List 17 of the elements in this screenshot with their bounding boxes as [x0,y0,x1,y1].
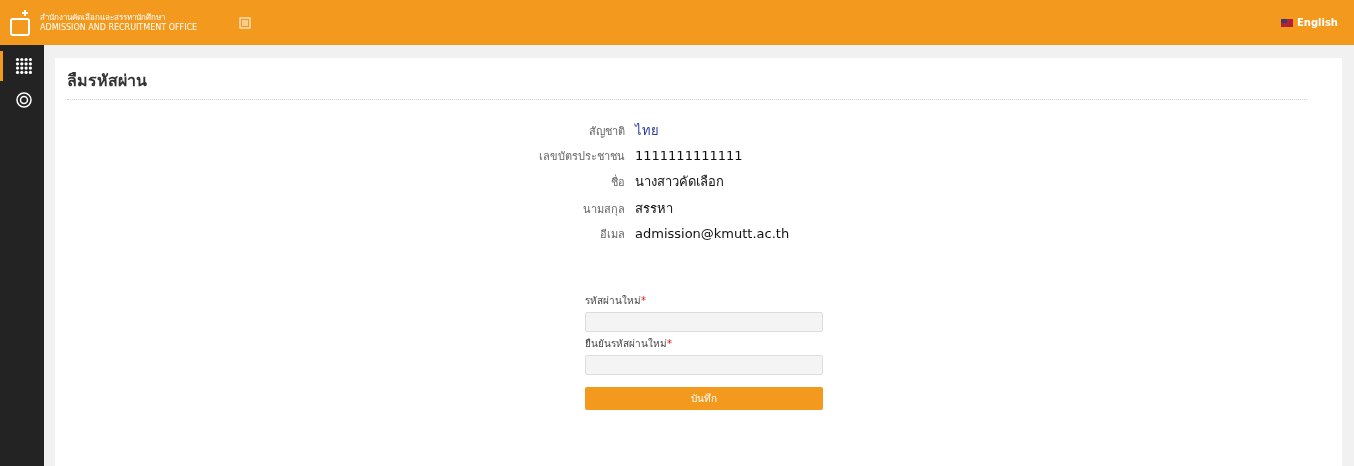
info-label: สัญชาติ [588,124,625,140]
info-value: สรรหา [635,200,674,218]
page-title: ลืมรหัสผ่าน [67,68,1307,100]
info-value: 1111111111111 [635,148,744,163]
info-value: admission@kmutt.ac.th [635,226,791,241]
field-label: ยืนยันรหัสผ่านใหม่* [585,337,673,351]
info-value: นางสาวคัดเลือก [635,173,725,191]
org-subtitle: ADMISSION AND RECRUITMENT OFFICE [40,22,198,33]
field-label: รหัสผ่านใหม่* [585,294,647,308]
org-name: สำนักงานคัดเลือกและสรรหานักศึกษา [40,12,166,23]
info-label: นามสกุล [582,202,625,218]
info-value: ไทย [635,122,660,140]
save-button[interactable]: บันทึก [585,387,823,410]
language-button[interactable]: English [1274,16,1344,29]
info-label: เลขบัตรประชาชน [538,149,625,165]
info-label: ชื่อ [610,173,625,191]
info-label: อีเมล [599,227,625,243]
